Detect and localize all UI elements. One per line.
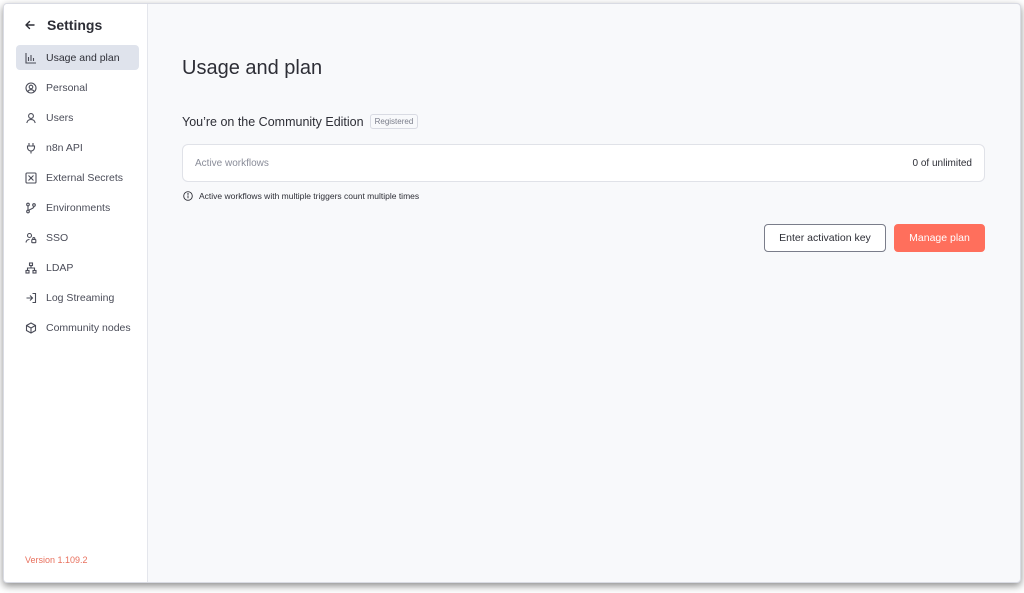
sidebar-item-community-nodes[interactable]: Community nodes	[16, 315, 139, 340]
settings-nav: Usage and plan Personal Users n8n API Ex…	[16, 45, 139, 345]
enter-activation-key-button[interactable]: Enter activation key	[764, 224, 886, 252]
git-branch-icon	[24, 201, 38, 215]
sidebar-item-log-streaming[interactable]: Log Streaming	[16, 285, 139, 310]
sidebar-item-label: Personal	[46, 81, 88, 94]
main-content: Usage and plan You’re on the Community E…	[182, 4, 985, 582]
vault-icon	[24, 171, 38, 185]
info-text: Active workflows with multiple triggers …	[199, 190, 420, 201]
sidebar-item-n8n-api[interactable]: n8n API	[16, 135, 139, 160]
version-label: Version 1.109.2	[25, 555, 88, 565]
sidebar-item-label: n8n API	[46, 141, 83, 154]
sidebar-item-label: External Secrets	[46, 171, 124, 184]
sign-in-icon	[24, 291, 38, 305]
sidebar-item-ldap[interactable]: LDAP	[16, 255, 139, 280]
registered-badge: Registered	[369, 114, 419, 129]
usage-value: 0 of unlimited	[912, 157, 972, 169]
cube-icon	[24, 321, 38, 335]
manage-plan-button[interactable]: Manage plan	[894, 224, 985, 252]
sidebar-item-external-secrets[interactable]: External Secrets	[16, 165, 139, 190]
info-row: Active workflows with multiple triggers …	[182, 190, 419, 201]
sidebar-item-label: Community nodes	[46, 321, 131, 334]
sidebar-item-label: Log Streaming	[46, 291, 115, 304]
sidebar-item-label: SSO	[46, 231, 69, 244]
sidebar-item-sso[interactable]: SSO	[16, 225, 139, 250]
sidebar-item-users[interactable]: Users	[16, 105, 139, 130]
user-icon	[24, 111, 38, 125]
sidebar-item-personal[interactable]: Personal	[16, 75, 139, 100]
settings-window: Settings Usage and plan Personal Users n…	[3, 3, 1021, 583]
info-icon	[182, 190, 193, 201]
plug-icon	[24, 141, 38, 155]
bar-chart-icon	[24, 51, 38, 65]
network-icon	[24, 261, 38, 275]
sidebar-header: Settings	[22, 17, 102, 33]
settings-sidebar: Settings Usage and plan Personal Users n…	[4, 4, 148, 582]
sidebar-item-label: Environments	[46, 201, 111, 214]
user-lock-icon	[24, 231, 38, 245]
sidebar-title: Settings	[47, 17, 103, 33]
sidebar-item-label: LDAP	[46, 261, 74, 274]
back-arrow-icon[interactable]	[22, 17, 38, 33]
page-title: Usage and plan	[182, 57, 323, 79]
sidebar-item-environments[interactable]: Environments	[16, 195, 139, 220]
usage-box: Active workflows 0 of unlimited	[182, 144, 985, 182]
edition-text: You’re on the Community Edition	[182, 114, 364, 129]
user-circle-icon	[24, 81, 38, 95]
sidebar-item-label: Users	[46, 111, 74, 124]
sidebar-item-usage-and-plan[interactable]: Usage and plan	[16, 45, 139, 70]
sidebar-item-label: Usage and plan	[46, 51, 120, 64]
usage-label: Active workflows	[195, 157, 269, 169]
edition-row: You’re on the Community Edition Register…	[182, 114, 419, 129]
